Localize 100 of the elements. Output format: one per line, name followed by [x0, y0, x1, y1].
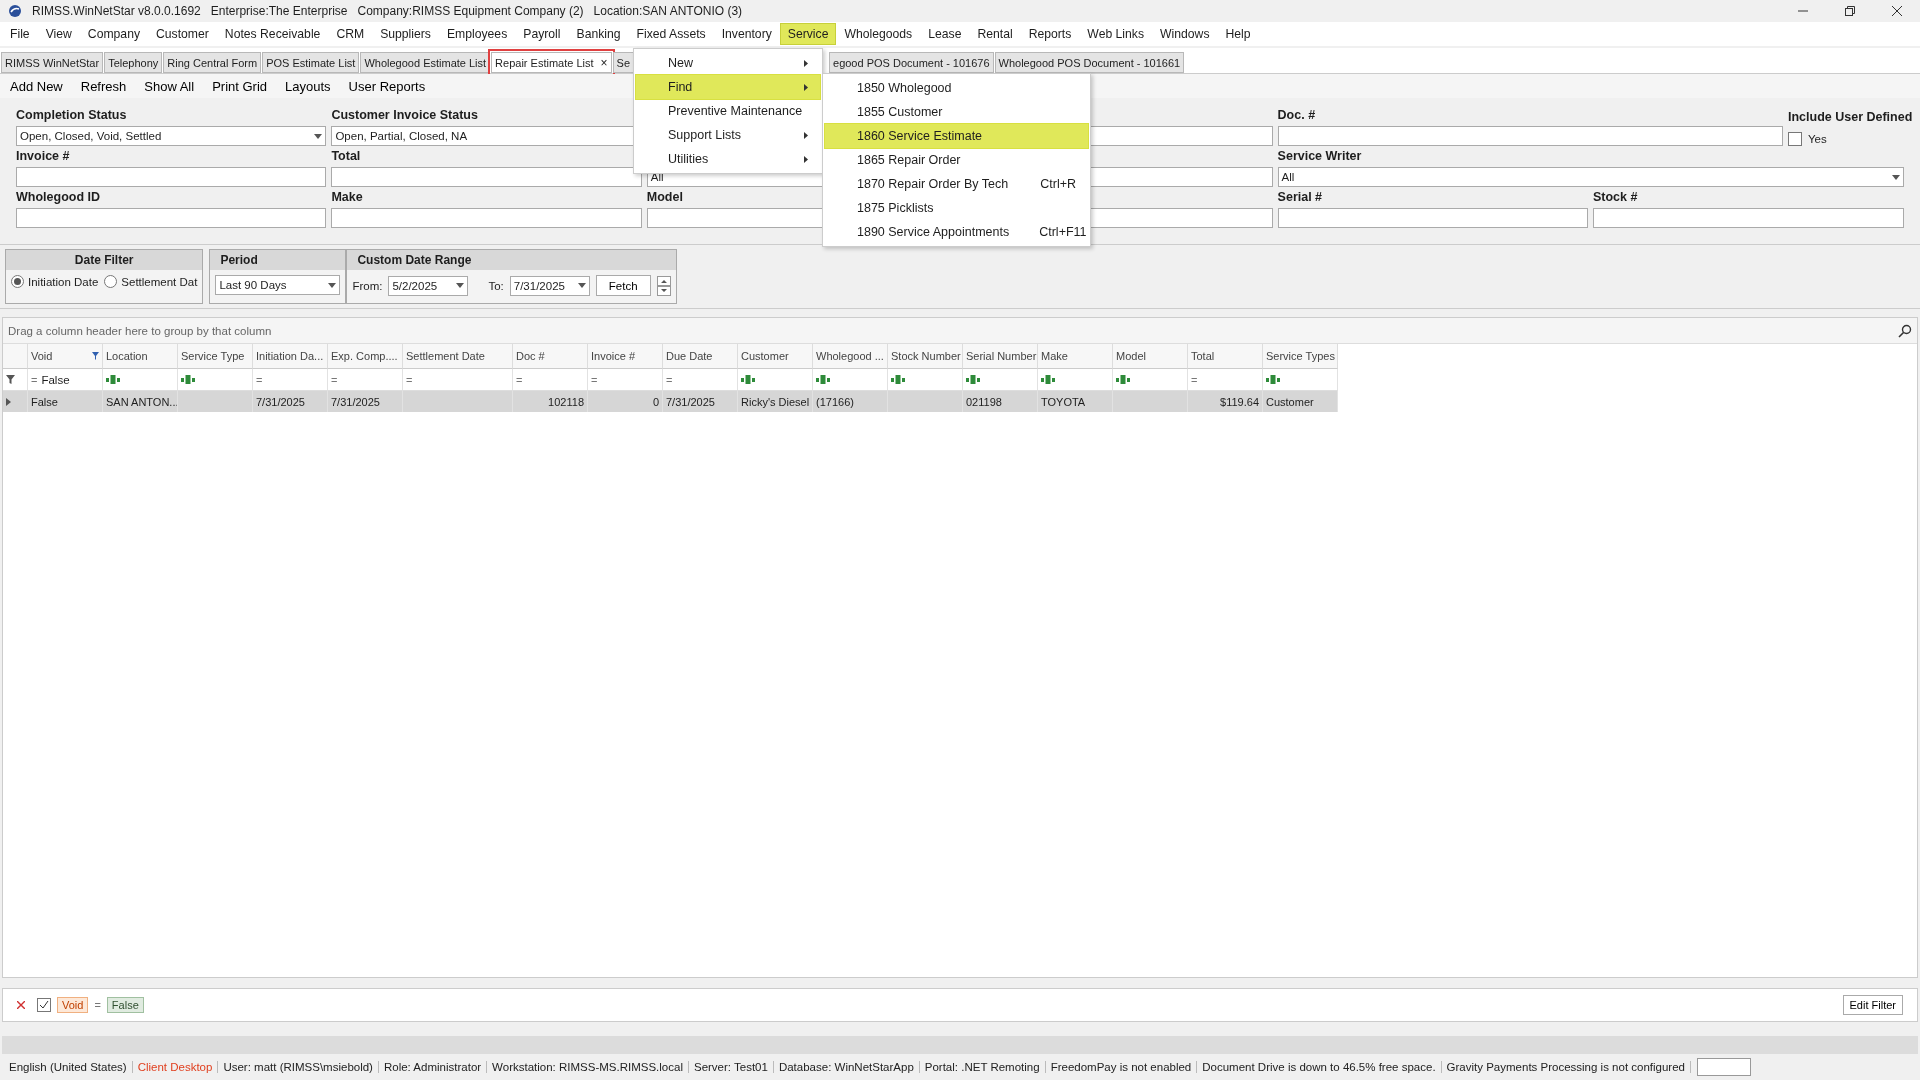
menu-item[interactable]: 1850 Wholegood [825, 76, 1088, 100]
document-tab[interactable]: Se [612, 52, 634, 73]
menu-item[interactable]: File [2, 23, 38, 45]
menu-item[interactable]: Employees [438, 23, 516, 45]
input-field[interactable] [16, 167, 327, 187]
column-header[interactable]: Model [1113, 344, 1188, 369]
toolbar-button[interactable]: Add New [10, 78, 63, 94]
column-header[interactable]: Void [28, 344, 103, 369]
column-header[interactable]: Stock Number [888, 344, 963, 369]
menu-item[interactable]: 1865 Repair Order [825, 148, 1088, 172]
operator-symbol[interactable]: = [1191, 373, 1198, 386]
dropdown-field[interactable]: Open, Closed, Void, Settled [16, 126, 327, 146]
text-filter-icon[interactable] [966, 375, 980, 384]
operator-symbol[interactable]: = [256, 373, 263, 386]
radio-option[interactable]: Initiation Date [11, 275, 99, 288]
column-header[interactable]: Settlement Date [403, 344, 513, 369]
menu-item[interactable]: 1855 Customer [825, 100, 1088, 124]
close-tab-icon[interactable]: × [600, 55, 608, 70]
menu-item[interactable]: Inventory [713, 23, 780, 45]
text-filter-icon[interactable] [816, 375, 830, 384]
edit-filter-button[interactable]: Edit Filter [1842, 995, 1903, 1015]
menu-item[interactable]: Company [79, 23, 148, 45]
menu-item[interactable]: Service [779, 23, 837, 45]
document-tab[interactable]: Wholegood Estimate List [360, 52, 491, 73]
toolbar-button[interactable]: Show All [144, 78, 195, 94]
menu-item[interactable]: View [37, 23, 80, 45]
toolbar-button[interactable]: Print Grid [212, 78, 268, 94]
input-field[interactable] [331, 167, 642, 187]
column-header[interactable]: Serial Number [963, 344, 1038, 369]
fetch-button[interactable]: Fetch [595, 275, 651, 296]
menu-item[interactable]: Utilities [636, 147, 820, 171]
filter-icon[interactable] [92, 352, 99, 360]
checkbox[interactable] [1788, 132, 1802, 146]
spinner-icon[interactable] [656, 275, 671, 296]
input-field[interactable] [1277, 126, 1783, 146]
toolbar-button[interactable]: Layouts [285, 78, 331, 94]
date-field[interactable]: 7/31/2025 [509, 275, 590, 296]
filter-value[interactable]: False [41, 373, 70, 386]
filter-value-chip[interactable]: False [106, 997, 144, 1013]
menu-item[interactable]: Customer [148, 23, 217, 45]
operator-symbol[interactable]: = [331, 373, 338, 386]
document-tab[interactable]: Wholegood POS Document - 101661 [994, 52, 1185, 73]
menu-item[interactable]: 1890 Service Appointments Ctrl+F11 [825, 220, 1088, 244]
menu-item[interactable]: Preventive Maintenance [636, 99, 820, 123]
column-header[interactable]: Wholegood ... [813, 344, 888, 369]
input-field[interactable] [16, 208, 327, 228]
column-header[interactable]: Make [1038, 344, 1113, 369]
menu-item[interactable]: Rental [969, 23, 1021, 45]
filter-field-chip[interactable]: Void [57, 997, 89, 1013]
menu-item[interactable]: Windows [1152, 23, 1218, 45]
menu-item[interactable]: Payroll [515, 23, 569, 45]
search-icon[interactable] [1898, 323, 1912, 338]
operator-symbol[interactable]: = [516, 373, 523, 386]
dropdown-caret-icon[interactable] [577, 283, 586, 288]
menu-item[interactable]: Fixed Assets [628, 23, 714, 45]
dropdown-field[interactable]: Last 90 Days [215, 275, 341, 295]
menu-item[interactable]: Find [636, 75, 820, 99]
menu-item[interactable]: Web Links [1079, 23, 1153, 45]
document-tab[interactable]: POS Estimate List [262, 52, 360, 73]
text-filter-icon[interactable] [1116, 375, 1130, 384]
dropdown-caret-icon[interactable] [328, 282, 337, 288]
row-header[interactable] [3, 391, 28, 412]
column-header[interactable]: Exp. Comp.... [328, 344, 403, 369]
column-header[interactable]: Doc # [513, 344, 588, 369]
date-field[interactable]: 5/2/2025 [388, 275, 469, 296]
menu-item[interactable]: Notes Receivable [216, 23, 329, 45]
operator-symbol[interactable]: = [406, 373, 413, 386]
dropdown-caret-icon[interactable] [456, 283, 465, 288]
menu-item[interactable]: Suppliers [372, 23, 439, 45]
column-header[interactable]: Total [1188, 344, 1263, 369]
text-filter-icon[interactable] [181, 375, 195, 384]
document-tab[interactable]: egood POS Document - 101676 [829, 52, 994, 73]
menu-item[interactable]: CRM [328, 23, 373, 45]
column-header[interactable]: Location [103, 344, 178, 369]
operator-symbol[interactable]: = [666, 373, 673, 386]
text-filter-icon[interactable] [891, 375, 905, 384]
text-filter-icon[interactable] [1041, 375, 1055, 384]
column-header[interactable]: Service Type [178, 344, 253, 369]
document-tab[interactable]: RIMSS WinNetStar [1, 52, 104, 73]
operator-symbol[interactable]: = [94, 999, 101, 1011]
column-header[interactable]: Customer [738, 344, 813, 369]
text-filter-icon[interactable] [741, 375, 755, 384]
menu-item[interactable]: Reports [1020, 23, 1080, 45]
menu-item[interactable]: Help [1217, 23, 1259, 45]
document-tab[interactable]: Ring Central Form [163, 52, 262, 73]
document-tab[interactable]: Telephony [104, 52, 163, 73]
radio-option[interactable]: Settlement Dat [104, 275, 198, 288]
menu-item[interactable]: New [636, 51, 820, 75]
clear-filter-icon[interactable] [17, 1001, 25, 1009]
menu-item[interactable]: Lease [920, 23, 970, 45]
operator-symbol[interactable]: = [31, 373, 38, 386]
operator-symbol[interactable]: = [591, 373, 598, 386]
input-field[interactable] [1593, 208, 1904, 228]
dropdown-caret-icon[interactable] [314, 133, 323, 139]
menu-item[interactable]: 1860 Service Estimate [825, 124, 1088, 148]
checkbox[interactable] [37, 998, 51, 1012]
dropdown-field[interactable]: All [1277, 167, 1904, 187]
column-header[interactable]: Invoice # [588, 344, 663, 369]
document-tab[interactable]: Repair Estimate List × [491, 52, 612, 73]
toolbar-button[interactable]: User Reports [348, 78, 426, 94]
